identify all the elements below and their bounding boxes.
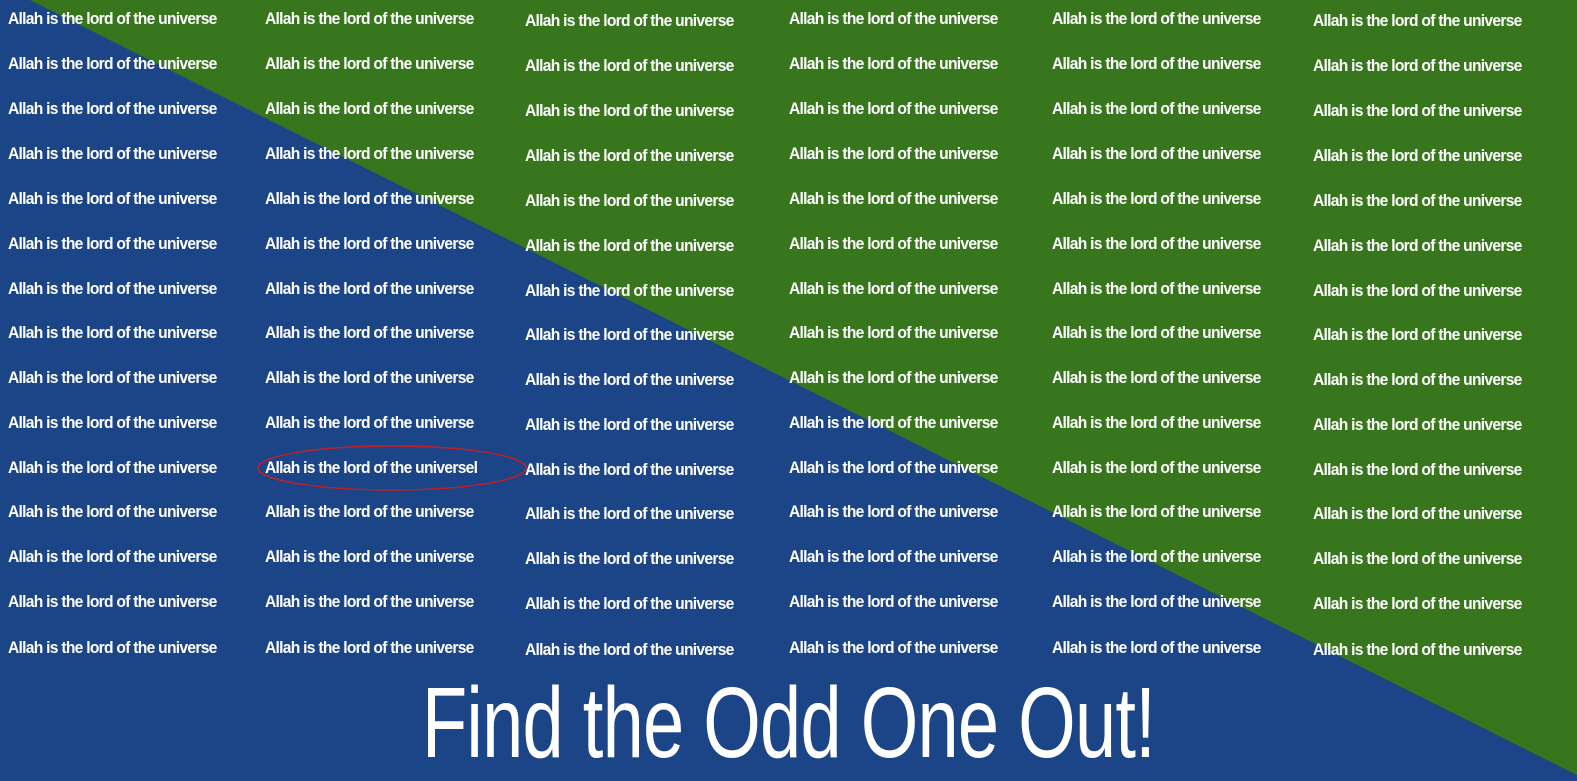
phrase-cell[interactable]: Allah is the lord of the universe xyxy=(789,453,998,483)
phrase-cell[interactable]: Allah is the lord of the universe xyxy=(265,408,474,438)
phrase-cell[interactable]: Allah is the lord of the universe xyxy=(8,4,217,34)
phrase-cell[interactable]: Allah is the lord of the universe xyxy=(265,363,474,393)
odd-phrase-cell[interactable]: Allah is the lord of the universel xyxy=(265,453,478,483)
phrase-cell[interactable]: Allah is the lord of the universe xyxy=(265,497,474,527)
phrase-cell[interactable]: Allah is the lord of the universe xyxy=(265,4,474,34)
phrase-cell[interactable]: Allah is the lord of the universe xyxy=(8,408,217,438)
phrase-cell[interactable]: Allah is the lord of the universe xyxy=(8,633,217,663)
phrase-cell[interactable]: Allah is the lord of the universe xyxy=(525,499,734,529)
phrase-cell[interactable]: Allah is the lord of the universe xyxy=(1313,365,1522,395)
phrase-cell[interactable]: Allah is the lord of the universe xyxy=(1052,453,1261,483)
phrase-cell[interactable]: Allah is the lord of the universe xyxy=(8,453,217,483)
puzzle-title: Find the Odd One Out! xyxy=(421,667,1156,779)
phrase-cell[interactable]: Allah is the lord of the universe xyxy=(789,542,998,572)
phrase-cell[interactable]: Allah is the lord of the universe xyxy=(525,589,734,619)
phrase-cell[interactable]: Allah is the lord of the universe xyxy=(265,229,474,259)
phrase-cell[interactable]: Allah is the lord of the universe xyxy=(8,318,217,348)
phrase-cell[interactable]: Allah is the lord of the universe xyxy=(525,320,734,350)
phrase-cell[interactable]: Allah is the lord of the universe xyxy=(525,231,734,261)
phrase-cell[interactable]: Allah is the lord of the universe xyxy=(8,49,217,79)
phrase-cell[interactable]: Allah is the lord of the universe xyxy=(8,94,217,124)
phrase-cell[interactable]: Allah is the lord of the universe xyxy=(8,139,217,169)
phrase-cell[interactable]: Allah is the lord of the universe xyxy=(1313,410,1522,440)
phrase-cell[interactable]: Allah is the lord of the universe xyxy=(1313,186,1522,216)
phrase-grid: Allah is the lord of the universe Allah i… xyxy=(0,0,1577,781)
phrase-cell[interactable]: Allah is the lord of the universe xyxy=(265,318,474,348)
phrase-cell[interactable]: Allah is the lord of the universe xyxy=(789,49,998,79)
phrase-cell[interactable]: Allah is the lord of the universe xyxy=(265,139,474,169)
phrase-cell[interactable]: Allah is the lord of the universe xyxy=(265,184,474,214)
phrase-cell[interactable]: Allah is the lord of the universe xyxy=(1052,94,1261,124)
phrase-cell[interactable]: Allah is the lord of the universe xyxy=(525,96,734,126)
phrase-cell[interactable]: Allah is the lord of the universe xyxy=(1052,497,1261,527)
phrase-cell[interactable]: Allah is the lord of the universe xyxy=(525,51,734,81)
phrase-cell[interactable]: Allah is the lord of the universe xyxy=(525,141,734,171)
phrase-cell[interactable]: Allah is the lord of the universe xyxy=(1052,363,1261,393)
phrase-cell[interactable]: Allah is the lord of the universe xyxy=(525,635,734,665)
phrase-cell[interactable]: Allah is the lord of the universe xyxy=(525,186,734,216)
phrase-cell[interactable]: Allah is the lord of the universe xyxy=(789,94,998,124)
phrase-cell[interactable]: Allah is the lord of the universe xyxy=(1052,587,1261,617)
phrase-cell[interactable]: Allah is the lord of the universe xyxy=(8,229,217,259)
phrase-cell[interactable]: Allah is the lord of the universe xyxy=(789,139,998,169)
phrase-cell[interactable]: Allah is the lord of the universe xyxy=(1052,408,1261,438)
phrase-cell[interactable]: Allah is the lord of the universe xyxy=(8,497,217,527)
phrase-cell[interactable]: Allah is the lord of the universe xyxy=(525,365,734,395)
phrase-cell[interactable]: Allah is the lord of the universe xyxy=(1313,499,1522,529)
phrase-cell[interactable]: Allah is the lord of the universe xyxy=(1313,6,1522,36)
phrase-cell[interactable]: Allah is the lord of the universe xyxy=(1052,633,1261,663)
phrase-cell[interactable]: Allah is the lord of the universe xyxy=(1313,276,1522,306)
phrase-cell[interactable]: Allah is the lord of the universe xyxy=(1052,4,1261,34)
phrase-cell[interactable]: Allah is the lord of the universe xyxy=(1052,49,1261,79)
phrase-cell[interactable]: Allah is the lord of the universe xyxy=(789,318,998,348)
phrase-cell[interactable]: Allah is the lord of the universe xyxy=(789,229,998,259)
phrase-cell[interactable]: Allah is the lord of the universe xyxy=(789,633,998,663)
phrase-cell[interactable]: Allah is the lord of the universe xyxy=(1313,455,1522,485)
phrase-cell[interactable]: Allah is the lord of the universe xyxy=(789,274,998,304)
phrase-cell[interactable]: Allah is the lord of the universe xyxy=(8,363,217,393)
phrase-cell[interactable]: Allah is the lord of the universe xyxy=(265,542,474,572)
phrase-cell[interactable]: Allah is the lord of the universe xyxy=(1052,184,1261,214)
phrase-cell[interactable]: Allah is the lord of the universe xyxy=(1052,318,1261,348)
phrase-cell[interactable]: Allah is the lord of the universe xyxy=(265,633,474,663)
phrase-cell[interactable]: Allah is the lord of the universe xyxy=(1313,96,1522,126)
phrase-cell[interactable]: Allah is the lord of the universe xyxy=(789,363,998,393)
phrase-cell[interactable]: Allah is the lord of the universe xyxy=(8,542,217,572)
phrase-cell[interactable]: Allah is the lord of the universe xyxy=(1313,141,1522,171)
phrase-cell[interactable]: Allah is the lord of the universe xyxy=(8,184,217,214)
phrase-cell[interactable]: Allah is the lord of the universe xyxy=(1313,589,1522,619)
phrase-cell[interactable]: Allah is the lord of the universe xyxy=(8,587,217,617)
phrase-cell[interactable]: Allah is the lord of the universe xyxy=(8,274,217,304)
phrase-cell[interactable]: Allah is the lord of the universe xyxy=(525,6,734,36)
phrase-cell[interactable]: Allah is the lord of the universe xyxy=(789,408,998,438)
phrase-cell[interactable]: Allah is the lord of the universe xyxy=(789,184,998,214)
phrase-cell[interactable]: Allah is the lord of the universe xyxy=(265,94,474,124)
phrase-cell[interactable]: Allah is the lord of the universe xyxy=(1313,51,1522,81)
phrase-cell[interactable]: Allah is the lord of the universe xyxy=(265,49,474,79)
phrase-cell[interactable]: Allah is the lord of the universe xyxy=(1052,229,1261,259)
phrase-cell[interactable]: Allah is the lord of the universe xyxy=(265,587,474,617)
phrase-cell[interactable]: Allah is the lord of the universe xyxy=(1313,231,1522,261)
phrase-cell[interactable]: Allah is the lord of the universe xyxy=(525,276,734,306)
phrase-cell[interactable]: Allah is the lord of the universe xyxy=(1313,635,1522,665)
phrase-cell[interactable]: Allah is the lord of the universe xyxy=(789,4,998,34)
phrase-cell[interactable]: Allah is the lord of the universe xyxy=(1052,274,1261,304)
phrase-cell[interactable]: Allah is the lord of the universe xyxy=(525,544,734,574)
phrase-cell[interactable]: Allah is the lord of the universe xyxy=(525,455,734,485)
phrase-cell[interactable]: Allah is the lord of the universe xyxy=(525,410,734,440)
puzzle-board: Allah is the lord of the universe Allah i… xyxy=(0,0,1577,781)
phrase-cell[interactable]: Allah is the lord of the universe xyxy=(789,497,998,527)
phrase-cell[interactable]: Allah is the lord of the universe xyxy=(1052,542,1261,572)
phrase-cell[interactable]: Allah is the lord of the universe xyxy=(265,274,474,304)
phrase-cell[interactable]: Allah is the lord of the universe xyxy=(1313,544,1522,574)
phrase-cell[interactable]: Allah is the lord of the universe xyxy=(1052,139,1261,169)
phrase-cell[interactable]: Allah is the lord of the universe xyxy=(789,587,998,617)
phrase-cell[interactable]: Allah is the lord of the universe xyxy=(1313,320,1522,350)
